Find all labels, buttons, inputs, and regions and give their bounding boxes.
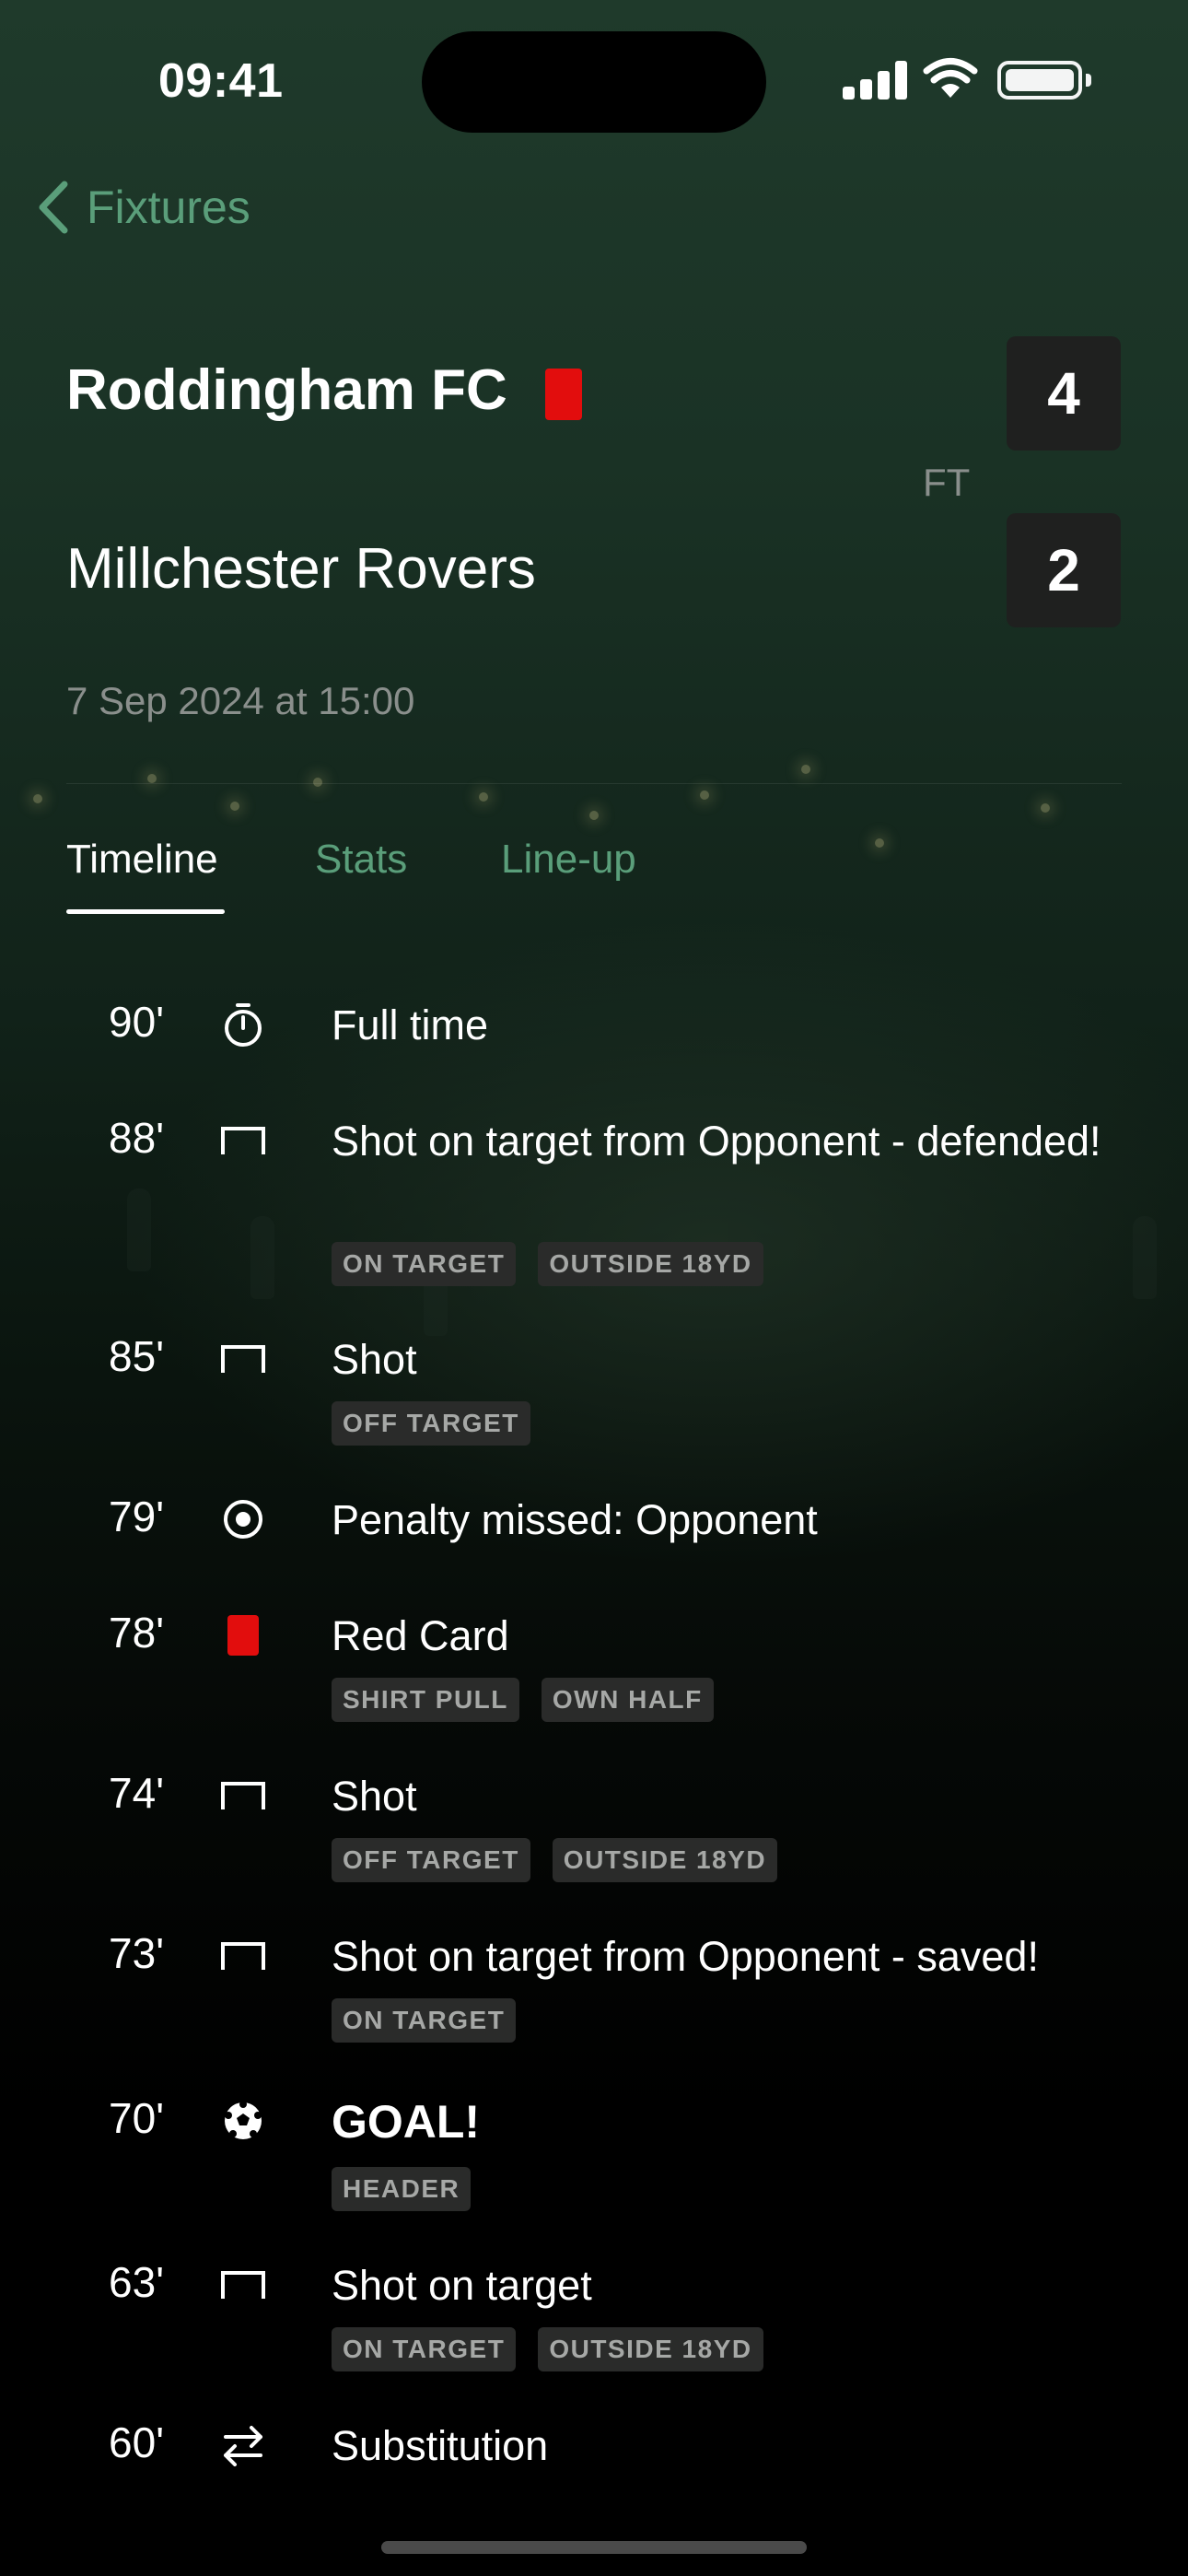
back-button[interactable]: Fixtures bbox=[33, 175, 250, 240]
goalpost-icon bbox=[217, 1115, 269, 1166]
active-tab-indicator bbox=[66, 909, 225, 914]
chevron-left-icon bbox=[39, 181, 68, 234]
event-tags: HEADER bbox=[332, 2167, 472, 2211]
stadium-lights bbox=[0, 737, 1188, 921]
event-tags: ON TARGET bbox=[332, 1998, 517, 2043]
event-tag: OWN HALF bbox=[541, 1678, 714, 1722]
event-tags: OFF TARGET bbox=[332, 1401, 530, 1446]
event-tag: OFF TARGET bbox=[332, 1838, 530, 1882]
football-icon bbox=[217, 2095, 269, 2147]
event-tag: OUTSIDE 18YD bbox=[538, 2327, 763, 2371]
event-text: Penalty missed: Opponent bbox=[332, 1496, 818, 1543]
home-indicator[interactable] bbox=[381, 2541, 807, 2554]
event-text: GOAL! bbox=[332, 2096, 481, 2148]
goalpost-icon bbox=[217, 1930, 269, 1982]
event-tag: ON TARGET bbox=[332, 2327, 517, 2371]
event-text: Shot on target bbox=[332, 2262, 592, 2309]
home-score: 4 bbox=[1007, 336, 1121, 451]
event-minute: 90' bbox=[109, 998, 164, 1046]
event-text: Shot bbox=[332, 1336, 417, 1383]
substitution-icon bbox=[217, 2419, 269, 2471]
event-text: Substitution bbox=[332, 2422, 549, 2469]
home-team-name: Roddingham FC bbox=[66, 358, 507, 422]
event-text: Full time bbox=[332, 1001, 489, 1048]
divider bbox=[66, 783, 1122, 784]
battery-icon bbox=[997, 61, 1091, 100]
status-bar: 09:41 bbox=[0, 0, 1188, 147]
event-tag: OUTSIDE 18YD bbox=[552, 1838, 778, 1882]
red-card-icon bbox=[217, 1610, 269, 1661]
event-text: Shot on target from Opponent - defended! bbox=[332, 1118, 1101, 1165]
event-tags: ON TARGET OUTSIDE 18YD bbox=[332, 2327, 763, 2371]
event-minute: 85' bbox=[109, 1332, 164, 1380]
event-minute: 60' bbox=[109, 2418, 164, 2466]
event-text: Red Card bbox=[332, 1612, 509, 1659]
event-text: Shot bbox=[332, 1773, 417, 1820]
event-text: Shot on target from Opponent - saved! bbox=[332, 1933, 1039, 1980]
away-team-name: Millchester Rovers bbox=[66, 537, 536, 601]
tab-stats[interactable]: Stats bbox=[315, 837, 407, 883]
event-minute: 79' bbox=[109, 1493, 164, 1540]
event-tags: OFF TARGET OUTSIDE 18YD bbox=[332, 1838, 778, 1882]
goalpost-icon bbox=[217, 1333, 269, 1385]
stopwatch-icon bbox=[217, 999, 269, 1050]
event-tag: OFF TARGET bbox=[332, 1401, 530, 1446]
event-minute: 70' bbox=[109, 2094, 164, 2142]
goalpost-icon bbox=[217, 2259, 269, 2311]
dynamic-island bbox=[422, 31, 766, 133]
event-minute: 88' bbox=[109, 1114, 164, 1162]
goalpost-icon bbox=[217, 1770, 269, 1821]
away-score: 2 bbox=[1007, 513, 1121, 627]
event-tags: ON TARGET OUTSIDE 18YD bbox=[332, 1242, 763, 1286]
event-tag: ON TARGET bbox=[332, 1242, 517, 1286]
event-tag: SHIRT PULL bbox=[332, 1678, 519, 1722]
event-tag: ON TARGET bbox=[332, 1998, 517, 2043]
event-tags: SHIRT PULL OWN HALF bbox=[332, 1678, 714, 1722]
event-minute: 78' bbox=[109, 1609, 164, 1657]
tab-line-up[interactable]: Line-up bbox=[501, 837, 636, 883]
event-minute: 63' bbox=[109, 2258, 164, 2306]
event-minute: 73' bbox=[109, 1929, 164, 1977]
target-icon bbox=[217, 1493, 269, 1545]
tab-timeline[interactable]: Timeline bbox=[66, 837, 218, 883]
back-label: Fixtures bbox=[87, 181, 250, 233]
event-tag: HEADER bbox=[332, 2167, 472, 2211]
kickoff-datetime: 7 Sep 2024 at 15:00 bbox=[66, 679, 415, 722]
status-time: 09:41 bbox=[158, 54, 284, 108]
match-status: FT bbox=[923, 461, 971, 504]
red-card-icon bbox=[545, 369, 582, 420]
wifi-icon bbox=[923, 58, 978, 98]
event-minute: 74' bbox=[109, 1769, 164, 1817]
cellular-signal-icon bbox=[843, 61, 907, 100]
event-tag: OUTSIDE 18YD bbox=[538, 1242, 763, 1286]
